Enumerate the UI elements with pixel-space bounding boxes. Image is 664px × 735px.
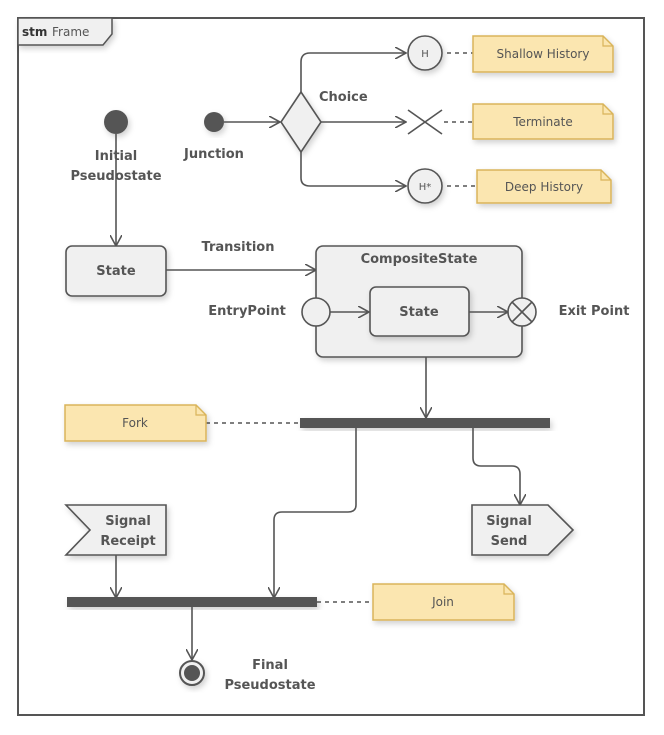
signal-send-line2: Send [491, 534, 528, 549]
shallow-history-symbol: H [421, 49, 429, 60]
state-machine-diagram: stm Frame Initial Pseudostate Junction C… [17, 17, 645, 716]
join-bar[interactable] [67, 597, 317, 607]
initial-label-line2: Pseudostate [70, 169, 161, 184]
signal-receipt-line2: Receipt [100, 534, 155, 549]
entry-point[interactable] [301, 297, 331, 327]
signal-send-line1: Signal [486, 514, 532, 529]
note-join-text: Join [431, 595, 454, 609]
note-fork-text: Fork [122, 416, 148, 430]
note-terminate-text: Terminate [512, 115, 572, 129]
note-deep-history-text: Deep History [505, 180, 583, 194]
note-shallow-history-text: Shallow History [497, 47, 590, 61]
inner-state-label: State [399, 305, 439, 320]
entry-point-label: EntryPoint [208, 304, 286, 319]
initial-pseudostate[interactable] [104, 110, 128, 134]
frame-keyword: stm [22, 25, 47, 39]
composite-state-label: CompositeState [361, 252, 478, 267]
junction[interactable] [204, 112, 224, 132]
deep-history-symbol: H* [419, 182, 432, 193]
fork-bar[interactable] [300, 418, 550, 428]
choice-label: Choice [319, 90, 368, 105]
exit-point[interactable] [507, 297, 537, 327]
junction-label: Junction [183, 147, 244, 162]
signal-receipt-line1: Signal [105, 514, 151, 529]
final-label-line2: Pseudostate [224, 678, 315, 693]
state-label: State [96, 264, 136, 279]
exit-point-label: Exit Point [559, 304, 630, 319]
frame-name: Frame [52, 25, 89, 39]
initial-label-line1: Initial [95, 149, 137, 164]
transition-label: Transition [202, 240, 275, 255]
final-pseudostate[interactable] [179, 660, 205, 686]
final-label-line1: Final [252, 658, 288, 673]
